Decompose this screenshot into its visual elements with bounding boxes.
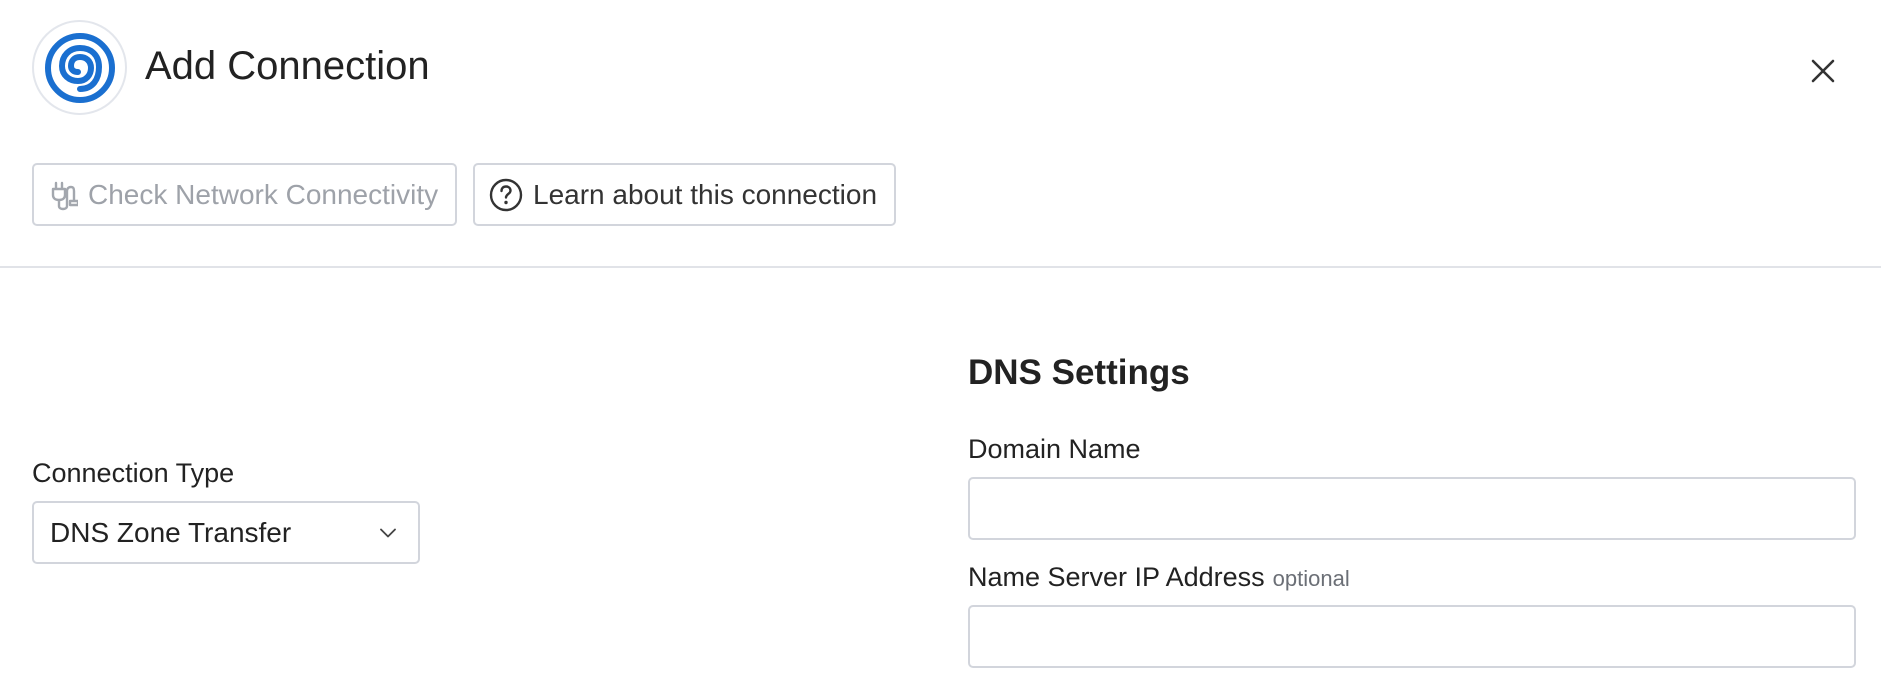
domain-name-label: Domain Name	[968, 434, 1141, 464]
name-server-ip-label-text: Name Server IP Address	[968, 562, 1265, 592]
spiral-logo-icon	[32, 20, 127, 115]
close-icon	[1811, 59, 1835, 83]
header-divider	[0, 266, 1881, 268]
learn-about-connection-button[interactable]: Learn about this connection	[473, 163, 896, 226]
chevron-down-icon	[380, 528, 396, 538]
network-plug-icon	[48, 179, 78, 211]
connection-type-value: DNS Zone Transfer	[50, 516, 292, 548]
page-title: Add Connection	[145, 44, 430, 88]
check-network-label: Check Network Connectivity	[88, 178, 439, 210]
dns-settings-heading: DNS Settings	[968, 353, 1190, 392]
name-server-ip-field[interactable]	[968, 605, 1856, 668]
name-server-ip-label: Name Server IP Address optional	[968, 560, 1350, 596]
check-network-connectivity-button[interactable]: Check Network Connectivity	[32, 163, 457, 226]
help-circle-icon	[489, 178, 523, 212]
domain-name-field[interactable]	[968, 477, 1856, 540]
connection-type-select[interactable]: DNS Zone Transfer	[32, 501, 420, 564]
close-button[interactable]	[1800, 48, 1846, 94]
optional-tag: optional	[1272, 566, 1350, 591]
add-connection-dialog: Add Connection Check Network Connectivit…	[0, 0, 1881, 689]
connection-type-label: Connection Type	[32, 458, 235, 488]
learn-label: Learn about this connection	[533, 178, 878, 210]
